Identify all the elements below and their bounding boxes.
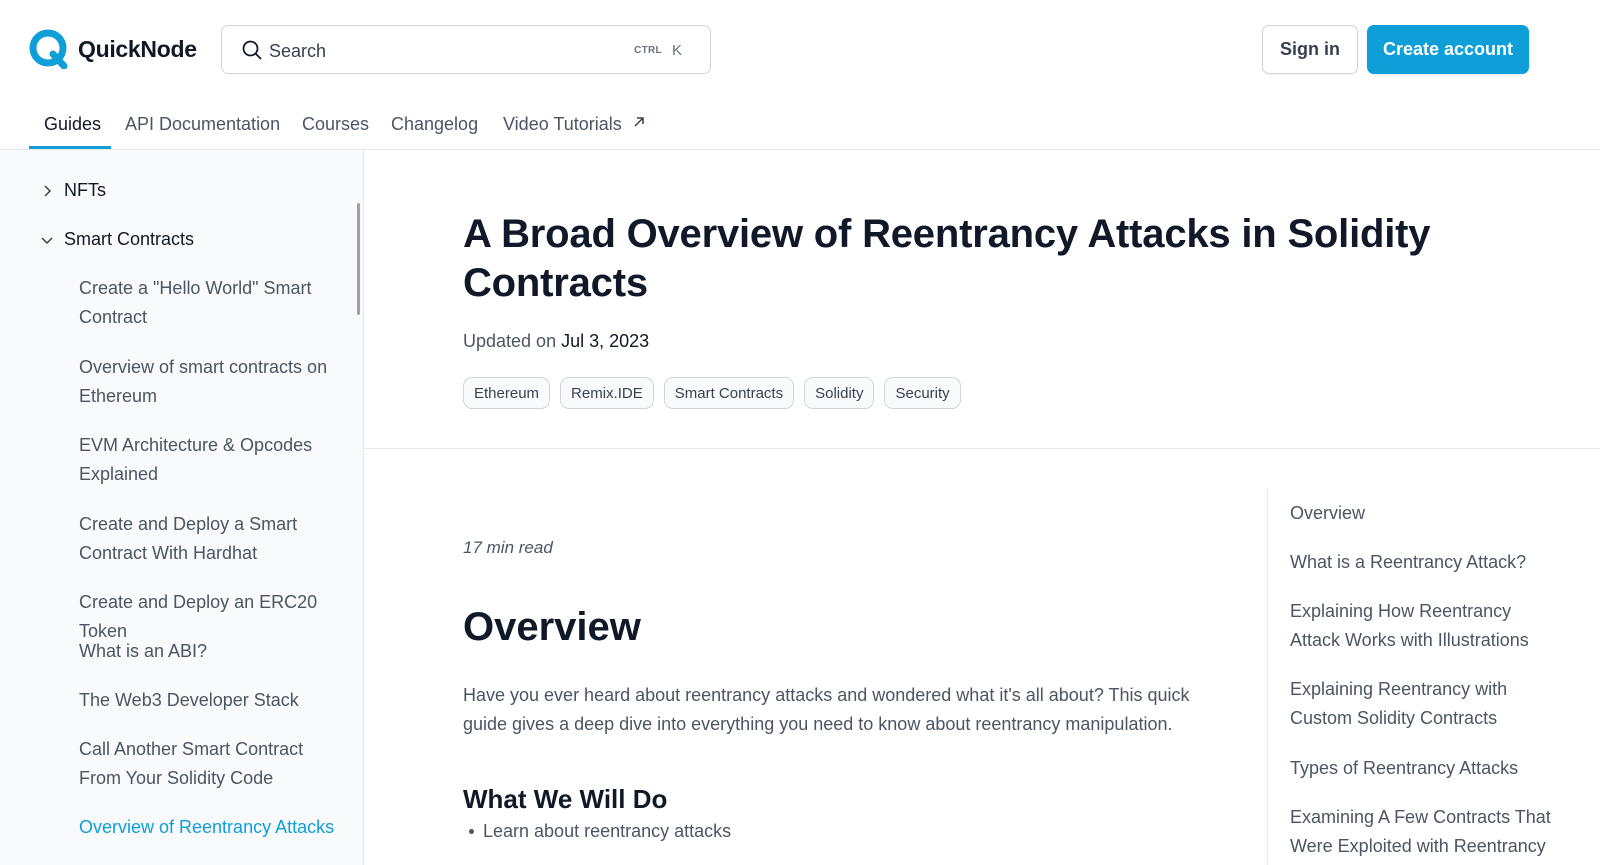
- sidebar: NFTs Smart Contracts Create a "Hello Wor…: [0, 150, 364, 865]
- header-divider: [365, 448, 1600, 449]
- overview-heading: Overview: [463, 605, 641, 649]
- chevron-down-icon: [41, 236, 53, 244]
- main-content: A Broad Overview of Reentrancy Attacks i…: [365, 150, 1600, 865]
- tab-courses[interactable]: Courses: [302, 114, 369, 135]
- toc-item-illustrations[interactable]: Explaining How Reentrancy Attack Works w…: [1290, 597, 1560, 655]
- tag-security[interactable]: Security: [884, 377, 961, 409]
- list-item-text: Learn about reentrancy attacks: [483, 821, 732, 841]
- search-box[interactable]: Search CTRL K: [221, 25, 711, 74]
- tab-guides[interactable]: Guides: [44, 114, 101, 135]
- read-time: 17 min read: [463, 538, 553, 557]
- toc-item-types[interactable]: Types of Reentrancy Attacks: [1290, 754, 1560, 783]
- toc-item-overview[interactable]: Overview: [1290, 499, 1560, 528]
- sidebar-item-web3-stack[interactable]: The Web3 Developer Stack: [79, 686, 349, 715]
- search-input[interactable]: Search: [269, 41, 326, 62]
- tab-video-tutorials[interactable]: Video Tutorials: [503, 114, 646, 135]
- sidebar-group-label: NFTs: [64, 180, 106, 200]
- sidebar-item-hardhat[interactable]: Create and Deploy a Smart Contract With …: [79, 510, 349, 568]
- active-tab-indicator: [29, 146, 111, 149]
- chevron-right-icon: [44, 184, 52, 197]
- what-we-will-do-heading: What We Will Do: [463, 784, 668, 814]
- sidebar-item-overview-smart-contracts[interactable]: Overview of smart contracts on Ethereum: [79, 353, 349, 411]
- sidebar-item-call-another-contract[interactable]: Call Another Smart Contract From Your So…: [79, 735, 349, 793]
- tag-list: Ethereum Remix.IDE Smart Contracts Solid…: [463, 377, 961, 409]
- sidebar-item-reentrancy[interactable]: Overview of Reentrancy Attacks: [79, 813, 349, 842]
- external-link-icon: [634, 117, 644, 127]
- tag-ethereum[interactable]: Ethereum: [463, 377, 551, 409]
- updated-prefix: Updated on: [463, 331, 557, 351]
- overview-paragraph: Have you ever heard about reentrancy att…: [463, 685, 1190, 734]
- logo[interactable]: QuickNode: [29, 29, 197, 69]
- toc-divider: [1267, 488, 1268, 865]
- tag-solidity[interactable]: Solidity: [804, 377, 875, 409]
- toc-item-custom-contracts[interactable]: Explaining Reentrancy with Custom Solidi…: [1290, 675, 1560, 733]
- shortcut-modifier: CTRL: [634, 45, 662, 56]
- tab-video-tutorials-label: Video Tutorials: [503, 114, 622, 134]
- page-title: A Broad Overview of Reentrancy Attacks i…: [463, 212, 1431, 305]
- toc-item-exploited-contracts[interactable]: Examining A Few Contracts That Were Expl…: [1290, 803, 1560, 865]
- sign-in-button[interactable]: Sign in: [1262, 25, 1358, 74]
- sidebar-item-evm-architecture[interactable]: EVM Architecture & Opcodes Explained: [79, 431, 349, 489]
- updated-date: Updated on Jul 3, 2023: [463, 331, 649, 352]
- quicknode-logo-icon: [29, 29, 68, 69]
- search-shortcut: CTRL K: [634, 42, 682, 59]
- toc-item-what-is-reentrancy[interactable]: What is a Reentrancy Attack?: [1290, 548, 1560, 577]
- updated-date-value: Jul 3, 2023: [561, 331, 650, 351]
- search-icon: [242, 40, 262, 60]
- sidebar-group-label: Smart Contracts: [64, 229, 195, 249]
- sidebar-group-nfts[interactable]: NFTs: [40, 180, 106, 201]
- list-item: Learn about reentrancy attacks: [469, 821, 731, 842]
- shortcut-key: K: [671, 42, 682, 59]
- sidebar-group-smart-contracts[interactable]: Smart Contracts: [40, 229, 194, 250]
- sidebar-scrollbar[interactable]: [357, 203, 360, 315]
- header: QuickNode Search CTRL K Sign in Create a…: [0, 0, 1600, 100]
- tag-remix-ide[interactable]: Remix.IDE: [560, 377, 654, 409]
- create-account-button[interactable]: Create account: [1367, 25, 1529, 74]
- bullet-dot: [469, 829, 474, 834]
- logo-text: QuickNode: [78, 35, 197, 62]
- tag-smart-contracts[interactable]: Smart Contracts: [663, 377, 795, 409]
- tab-api-documentation[interactable]: API Documentation: [125, 114, 280, 135]
- tab-changelog[interactable]: Changelog: [391, 114, 478, 135]
- sidebar-item-hello-world[interactable]: Create a "Hello World" Smart Contract: [79, 274, 349, 332]
- sidebar-item-abi[interactable]: What is an ABI?: [79, 637, 349, 666]
- top-nav-tabs: Guides API Documentation Courses Changel…: [0, 100, 1600, 150]
